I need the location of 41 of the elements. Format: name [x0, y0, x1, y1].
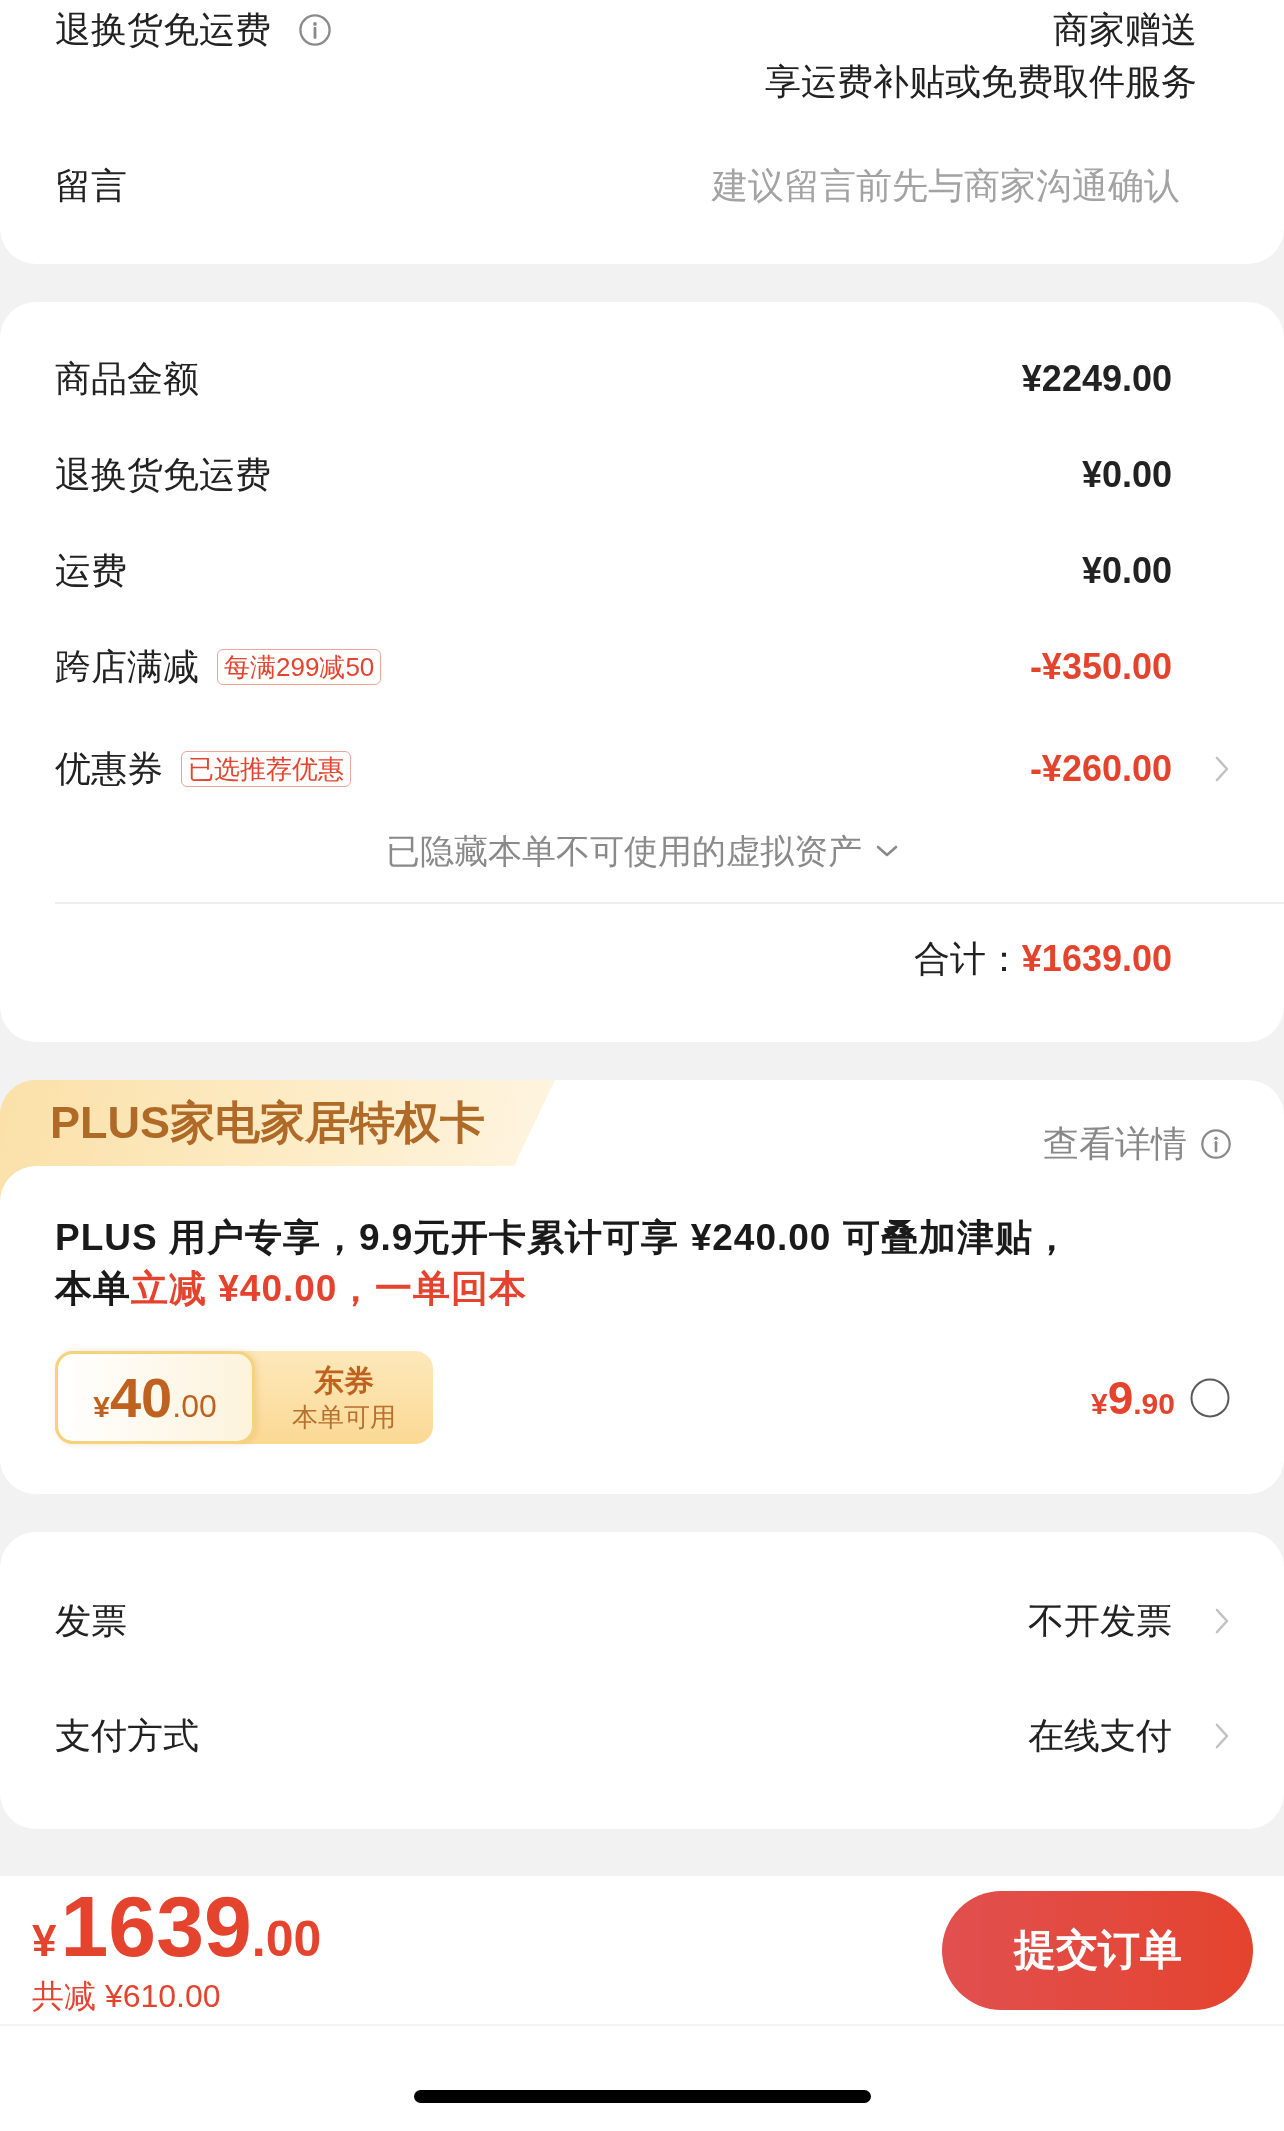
row-value: ¥0.00: [1081, 549, 1172, 593]
row-value: -¥350.00: [1029, 645, 1172, 689]
coupon-subtitle: 本单可用: [292, 1400, 396, 1434]
chevron-down-icon[interactable]: [876, 845, 898, 857]
discount-tag: 已选推荐优惠: [181, 751, 351, 787]
row-label: 退换货免运费: [55, 8, 271, 52]
plus-price: ¥9.90: [1091, 1372, 1175, 1423]
total-price: ¥1639.00: [32, 1884, 322, 1968]
total-value: ¥1639.00: [1021, 937, 1172, 981]
savings-text: 共减 ¥610.00: [32, 1977, 222, 2016]
row-label: 留言: [55, 164, 127, 208]
details-link[interactable]: 查看详情: [1043, 1122, 1231, 1166]
info-icon[interactable]: [1201, 1129, 1231, 1159]
card-title-banner: PLUS家电家居特权卡: [0, 1080, 555, 1166]
row-label: 发票: [55, 1598, 127, 1643]
chevron-right-icon[interactable]: [1214, 755, 1230, 783]
radio-button[interactable]: [1190, 1377, 1230, 1418]
row-label: 商品金额: [55, 357, 199, 401]
row-value: ¥2249.00: [1021, 357, 1172, 401]
coupon-title: 东券: [314, 1362, 374, 1399]
row-value: 在线支付: [1028, 1713, 1172, 1758]
row-label: 运费: [55, 549, 127, 593]
total-label: 合计：: [913, 937, 1022, 981]
row-value: ¥0.00: [1081, 453, 1172, 497]
row-label: 支付方式: [55, 1713, 199, 1758]
row-value: -¥260.00: [1029, 747, 1172, 791]
row-label: 退换货免运费: [55, 453, 271, 497]
discount-tag: 每满299减50: [217, 649, 382, 685]
hidden-assets-toggle[interactable]: 已隐藏本单不可使用的虚拟资产: [386, 829, 898, 873]
plus-description: PLUS 用户专享，9.9元开卡累计可享 ¥240.00 可叠加津贴， 本单立减 ¥40.00，一单回本: [55, 1216, 1072, 1311]
message-field[interactable]: 建议留言前先与商家沟通确认: [690, 161, 1180, 211]
submit-button[interactable]: 提交订单: [942, 1890, 1253, 2010]
chevron-right-icon[interactable]: [1214, 1721, 1230, 1750]
row-value: 不开发票: [1028, 1598, 1172, 1643]
chevron-right-icon[interactable]: [1214, 1606, 1230, 1635]
row-label: 优惠券: [55, 747, 163, 791]
coupon-amount: ¥40.00: [55, 1351, 255, 1444]
row-value: 商家赠送: [1053, 8, 1197, 52]
info-icon[interactable]: [299, 14, 331, 46]
row-label: 跨店满减: [55, 645, 199, 689]
row-value: 享运费补贴或免费取件服务: [765, 60, 1197, 104]
